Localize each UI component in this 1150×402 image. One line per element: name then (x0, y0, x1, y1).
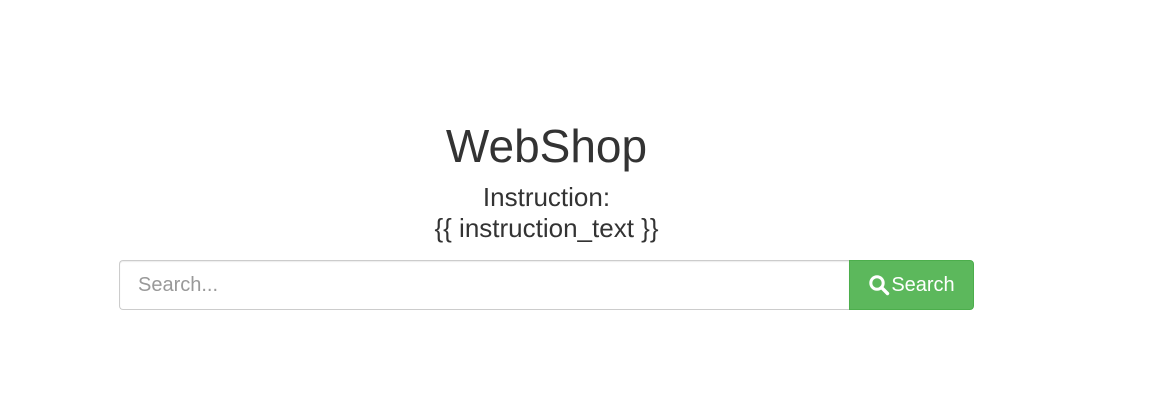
search-button-label: Search (891, 273, 955, 296)
instruction-label: Instruction: (482, 182, 611, 212)
search-input[interactable] (119, 260, 849, 310)
instruction-text: {{ instruction_text }} (434, 213, 659, 243)
search-icon (868, 274, 890, 296)
webshop-page: WebShop Instruction: {{ instruction_text… (0, 0, 1150, 402)
search-button[interactable]: Search (849, 260, 974, 310)
page-title: WebShop (445, 120, 648, 172)
search-form: Search (119, 260, 974, 310)
instruction-block: Instruction: {{ instruction_text }} (0, 182, 1093, 244)
